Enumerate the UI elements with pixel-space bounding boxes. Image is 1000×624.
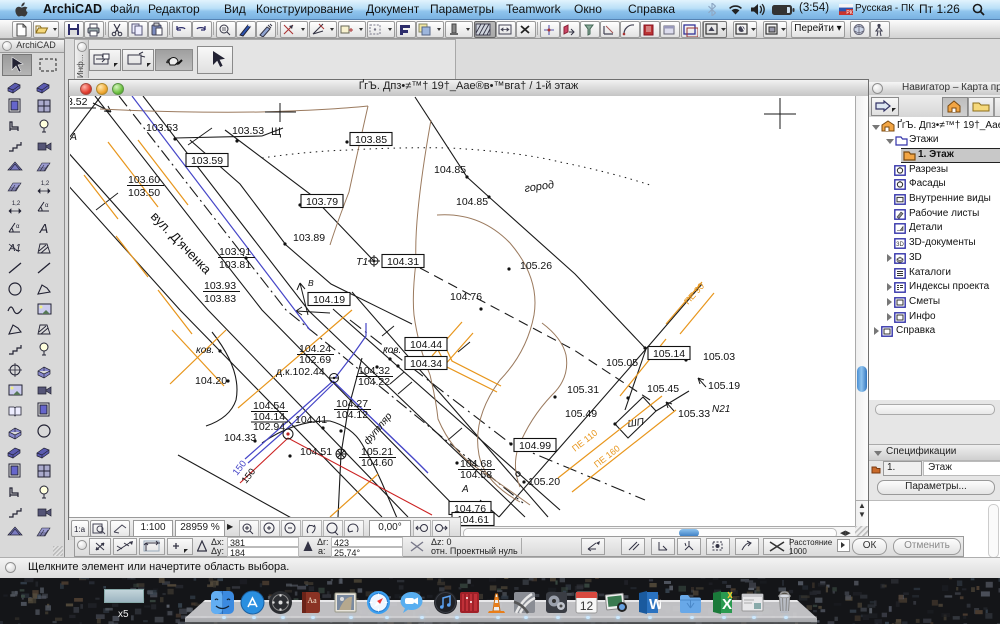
svg-text:вул. Д'яченка: вул. Д'яченка (148, 209, 215, 278)
svg-text:104.22: 104.22 (358, 376, 390, 388)
svg-text:104.31: 104.31 (387, 256, 419, 268)
svg-text:X: X (722, 596, 732, 613)
svg-text:105.26: 105.26 (520, 260, 552, 272)
svg-text:ков.: ков. (196, 345, 214, 356)
svg-text:103.83: 103.83 (204, 293, 236, 305)
svg-text:105.19: 105.19 (708, 380, 740, 392)
svg-text:103.60: 103.60 (128, 174, 160, 186)
svg-text:104.12: 104.12 (336, 409, 368, 421)
svg-text:105.20: 105.20 (528, 476, 560, 488)
svg-text:104.58: 104.58 (460, 469, 492, 481)
svg-text:104.99: 104.99 (519, 440, 551, 452)
svg-text:104.41: 104.41 (295, 414, 327, 426)
svg-text:104.33: 104.33 (224, 432, 256, 444)
svg-text:ков.: ков. (383, 345, 401, 356)
svg-text:Щ: Щ (271, 126, 281, 138)
svg-text:104.76: 104.76 (450, 291, 482, 303)
svg-text:α: α (16, 224, 20, 230)
svg-text:А: А (70, 131, 77, 143)
svg-text:104.85: 104.85 (456, 196, 488, 208)
svg-text:105.14: 105.14 (653, 348, 685, 360)
svg-text:103.89: 103.89 (293, 232, 325, 244)
svg-text:104.34: 104.34 (410, 358, 442, 370)
svg-text:103.81: 103.81 (219, 259, 251, 271)
svg-text:105.45: 105.45 (647, 383, 679, 395)
svg-text:103.53: 103.53 (146, 122, 178, 134)
svg-text:104.60: 104.60 (361, 457, 393, 469)
svg-text:1,2: 1,2 (12, 201, 21, 207)
svg-text:104.61: 104.61 (457, 514, 489, 526)
svg-text:103.50: 103.50 (128, 187, 160, 199)
svg-text:102.94: 102.94 (253, 421, 285, 433)
svg-text:α: α (45, 203, 49, 209)
svg-text:1,2: 1,2 (41, 181, 50, 187)
svg-text:103.79: 103.79 (306, 196, 338, 208)
svg-text:N21: N21 (712, 404, 730, 415)
svg-text:105.03: 105.03 (703, 351, 735, 363)
svg-text:105.49: 105.49 (565, 408, 597, 420)
svg-text:103.91: 103.91 (219, 246, 251, 258)
svg-text:1:a: 1:a (74, 525, 86, 534)
svg-text:ПЕ 90: ПЕ 90 (682, 281, 706, 306)
svg-text:103.85: 103.85 (355, 134, 387, 146)
svg-text:д.к.102.44: д.к.102.44 (276, 366, 325, 378)
svg-text:104.19: 104.19 (313, 294, 345, 306)
svg-text:W: W (649, 596, 661, 613)
svg-text:ШП: ШП (627, 417, 646, 430)
svg-text:Т1: Т1 (356, 256, 368, 268)
svg-text:12: 12 (580, 599, 594, 613)
svg-text:105.05: 105.05 (606, 357, 638, 369)
svg-text:103.93: 103.93 (204, 280, 236, 292)
svg-text:3.52: 3.52 (70, 96, 88, 108)
svg-text:104.51: 104.51 (300, 446, 332, 458)
svg-text:104.20: 104.20 (195, 375, 227, 387)
svg-text:105.31: 105.31 (567, 384, 599, 396)
svg-text:В: В (308, 278, 314, 288)
svg-text:104.85: 104.85 (434, 164, 466, 176)
svg-text:А: А (461, 484, 469, 495)
svg-text:105.33: 105.33 (678, 408, 710, 420)
svg-text:103.59: 103.59 (191, 155, 223, 167)
svg-text:104.44: 104.44 (410, 339, 442, 351)
svg-text:3D: 3D (896, 242, 904, 248)
svg-text:РК: РК (846, 10, 852, 15)
svg-text:103.53: 103.53 (232, 125, 264, 137)
svg-text:102.69: 102.69 (299, 354, 331, 366)
svg-text:город: город (524, 179, 555, 195)
svg-text:A: A (39, 221, 49, 236)
svg-text:Aa: Aa (307, 596, 317, 605)
